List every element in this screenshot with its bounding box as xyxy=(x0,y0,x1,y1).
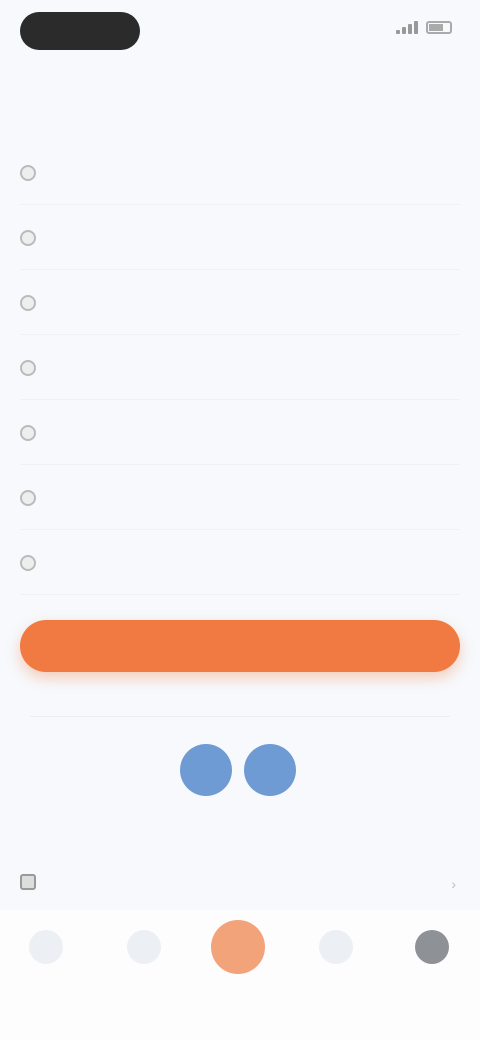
option-list xyxy=(0,140,480,595)
tab-icon xyxy=(319,930,353,964)
divider xyxy=(20,594,460,595)
bottom-tab-bar xyxy=(0,910,480,1040)
social-login-icon-1[interactable] xyxy=(180,744,232,796)
center-action-icon xyxy=(211,920,265,974)
social-login-icon-2[interactable] xyxy=(244,744,296,796)
tab-2[interactable] xyxy=(114,930,174,972)
section-divider xyxy=(30,716,450,717)
radio-icon[interactable] xyxy=(20,424,36,441)
dynamic-island-pill xyxy=(20,12,140,50)
tab-5[interactable] xyxy=(402,930,462,972)
battery-icon xyxy=(426,20,452,34)
option-item-4[interactable] xyxy=(0,335,480,400)
tab-icon xyxy=(127,930,161,964)
chevron-right-icon[interactable]: › xyxy=(451,876,456,892)
radio-icon[interactable] xyxy=(20,554,36,571)
option-item-1[interactable] xyxy=(0,140,480,205)
profile-icon xyxy=(415,930,449,964)
tab-1[interactable] xyxy=(16,930,76,972)
primary-button[interactable] xyxy=(20,620,460,672)
radio-icon[interactable] xyxy=(20,229,36,246)
option-item-5[interactable] xyxy=(0,400,480,465)
status-icons xyxy=(388,20,452,34)
checkbox-icon[interactable] xyxy=(20,874,36,890)
radio-icon[interactable] xyxy=(20,164,36,181)
header-row xyxy=(0,72,480,102)
signal-icon xyxy=(396,20,418,34)
tab-icon xyxy=(29,930,63,964)
agreement-row[interactable] xyxy=(20,874,46,890)
radio-icon[interactable] xyxy=(20,359,36,376)
tab-4[interactable] xyxy=(306,930,366,972)
radio-icon[interactable] xyxy=(20,294,36,311)
social-login-group xyxy=(180,744,296,796)
option-item-6[interactable] xyxy=(0,465,480,530)
option-item-2[interactable] xyxy=(0,205,480,270)
status-bar xyxy=(0,0,480,64)
radio-icon[interactable] xyxy=(20,489,36,506)
option-item-7[interactable] xyxy=(0,530,480,595)
tab-3-center[interactable] xyxy=(208,920,268,982)
option-item-3[interactable] xyxy=(0,270,480,335)
